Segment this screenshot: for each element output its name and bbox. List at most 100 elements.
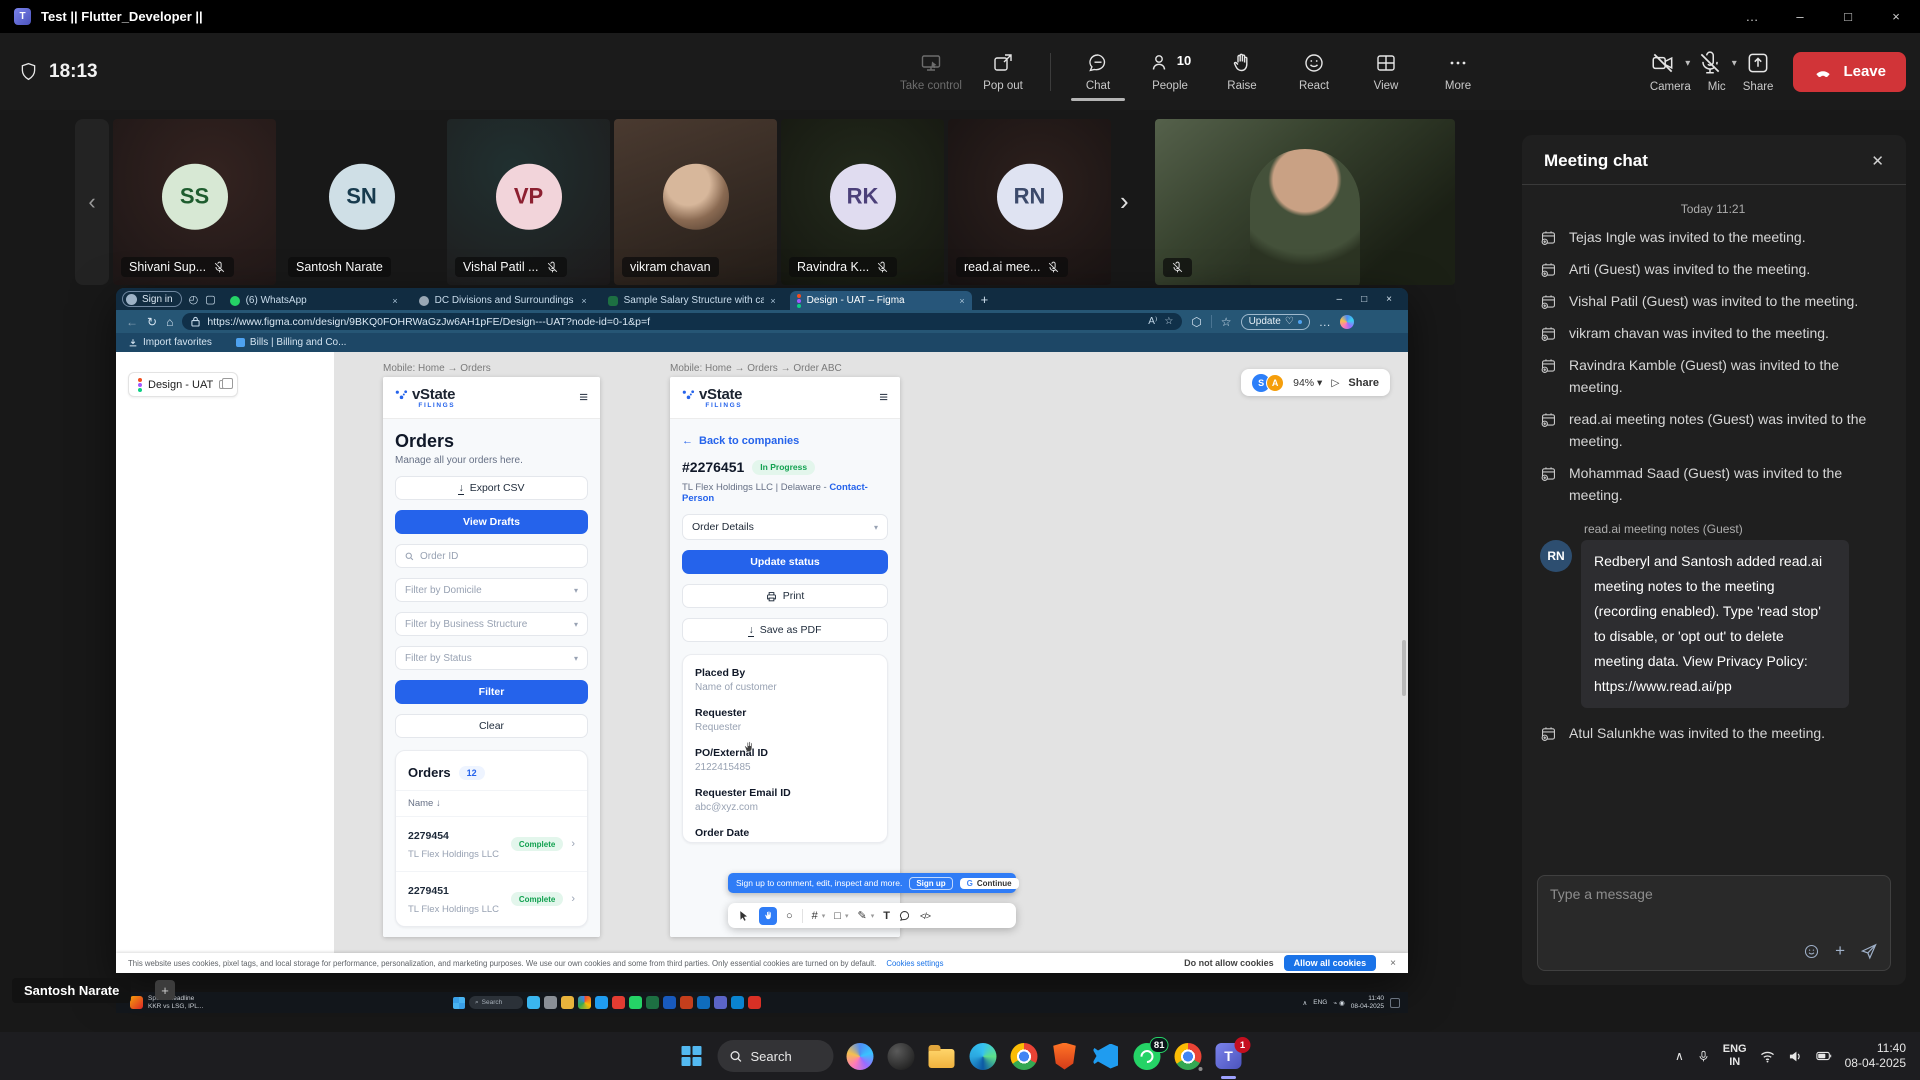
allow-cookies-button[interactable]: Allow all cookies	[1284, 955, 1377, 971]
mic-button[interactable]: ▾ Mic	[1697, 50, 1737, 93]
browser-maximize-icon[interactable]: □	[1361, 294, 1367, 305]
filmstrip-prev-button[interactable]: ‹	[75, 119, 109, 285]
file-explorer-icon[interactable]	[927, 1041, 957, 1071]
chevron-down-icon[interactable]: ▾	[871, 912, 875, 920]
read-aloud-icon[interactable]: A⁾	[1148, 316, 1157, 327]
import-favorites-button[interactable]: Import favorites	[128, 337, 212, 348]
chat-button[interactable]: Chat	[1065, 51, 1131, 92]
collections-icon[interactable]: ☆	[1221, 315, 1232, 329]
close-tab-icon[interactable]: ×	[770, 296, 775, 306]
present-icon[interactable]: ▷	[1331, 377, 1339, 389]
browser-menu-icon[interactable]: …	[1319, 315, 1331, 329]
comment-tool-icon[interactable]	[899, 910, 911, 922]
browser-tab[interactable]: Sample Salary Structure with calc×	[601, 291, 783, 310]
chrome-icon[interactable]	[1009, 1041, 1039, 1071]
react-button[interactable]: React	[1281, 51, 1347, 92]
participant-tile[interactable]: SS Shivani Sup...	[113, 119, 276, 285]
maximize-icon[interactable]: □	[1824, 0, 1872, 33]
attach-plus-icon[interactable]: +	[1835, 941, 1845, 961]
app-icon[interactable]	[886, 1041, 916, 1071]
raise-hand-button[interactable]: Raise	[1209, 51, 1275, 92]
browser-profile-button[interactable]: Sign in	[122, 291, 182, 307]
browser-minimize-icon[interactable]: –	[1337, 294, 1343, 305]
shape-tool-icon[interactable]: □	[834, 910, 841, 922]
taskbar-search[interactable]: Search	[718, 1040, 834, 1072]
browser-tab[interactable]: (6) WhatsApp×	[223, 291, 405, 310]
close-tab-icon[interactable]: ×	[392, 296, 397, 306]
chat-input-box[interactable]: +	[1537, 875, 1891, 971]
participant-tile[interactable]: VP Vishal Patil ...	[447, 119, 610, 285]
collaborator-avatar[interactable]: A	[1266, 374, 1284, 392]
leave-button[interactable]: Leave	[1793, 52, 1906, 92]
add-overlay-icon[interactable]: +	[155, 980, 175, 1000]
edge-icon[interactable]	[968, 1041, 998, 1071]
browser-close-icon[interactable]: ×	[1386, 294, 1392, 305]
battery-icon[interactable]	[1816, 1050, 1832, 1062]
back-icon[interactable]: ←	[126, 315, 138, 329]
favorite-star-icon[interactable]: ☆	[1164, 316, 1173, 327]
cookie-settings-link[interactable]: Cookies settings	[886, 959, 943, 968]
volume-icon[interactable]	[1788, 1050, 1803, 1063]
pen-tool-icon[interactable]: ✎	[857, 909, 866, 922]
teams-taskbar-icon[interactable]: T1	[1214, 1041, 1244, 1071]
whatsapp-icon[interactable]: 81	[1132, 1041, 1162, 1071]
mic-options-chevron-icon[interactable]: ▾	[1732, 58, 1737, 69]
taskbar-clock[interactable]: 11:4008-04-2025	[1845, 1041, 1906, 1071]
chat-message-input[interactable]	[1550, 886, 1878, 902]
copilot-taskbar-icon[interactable]	[845, 1041, 875, 1071]
more-button[interactable]: More	[1425, 51, 1491, 92]
deny-cookies-button[interactable]: Do not allow cookies	[1184, 958, 1274, 968]
filmstrip-next-button[interactable]: ›	[1120, 186, 1129, 217]
tray-expand-icon[interactable]: ∧	[1675, 1049, 1684, 1063]
start-button[interactable]	[677, 1041, 707, 1071]
address-bar[interactable]: https://www.figma.com/design/9BKQ0FOHRWa…	[182, 313, 1182, 330]
figma-share-button[interactable]: Share	[1348, 377, 1379, 389]
google-continue-button[interactable]: GContinue	[960, 878, 1019, 889]
design-frame-orders[interactable]: vState FILINGS ≡ Orders Manage all your …	[383, 377, 600, 937]
chrome-profile-icon[interactable]	[1173, 1041, 1203, 1071]
browser-update-button[interactable]: Update♡	[1241, 314, 1310, 330]
frame-label[interactable]: Mobile: Home → Orders	[383, 363, 491, 374]
frame-tool-icon[interactable]: #	[812, 910, 818, 922]
figma-signup-button[interactable]: Sign up	[909, 877, 952, 890]
close-tab-icon[interactable]: ×	[959, 296, 964, 306]
language-indicator[interactable]: ENGIN	[1723, 1043, 1747, 1069]
browser-tab-active[interactable]: Design - UAT – Figma×	[790, 291, 972, 310]
zoom-level[interactable]: 94% ▾	[1293, 377, 1322, 389]
send-icon[interactable]	[1860, 942, 1878, 960]
participant-tile[interactable]: RK Ravindra K...	[781, 119, 944, 285]
participant-tile[interactable]	[1155, 119, 1455, 285]
scale-tool-icon[interactable]: ○	[786, 910, 793, 922]
camera-options-chevron-icon[interactable]: ▾	[1685, 58, 1690, 69]
figma-file-chip[interactable]: Design - UAT	[128, 372, 238, 397]
vscode-icon[interactable]	[1091, 1041, 1121, 1071]
brave-icon[interactable]	[1050, 1041, 1080, 1071]
close-tab-icon[interactable]: ×	[581, 296, 586, 306]
chevron-down-icon[interactable]: ▾	[822, 912, 826, 920]
new-tab-icon[interactable]: +	[981, 292, 989, 307]
hand-tool-active[interactable]	[759, 907, 777, 925]
move-tool-icon[interactable]	[738, 910, 750, 922]
copy-icon[interactable]	[219, 380, 228, 389]
figma-canvas[interactable]: Mobile: Home → Orders Mobile: Home → Ord…	[334, 352, 1408, 953]
browser-tab[interactable]: DC Divisions and Surroundings×	[412, 291, 594, 310]
home-icon[interactable]: ⌂	[166, 315, 173, 329]
design-frame-order-detail[interactable]: vState FILINGS ≡ ←Back to companies #227…	[670, 377, 900, 937]
more-window-options-icon[interactable]: …	[1728, 0, 1776, 33]
tray-mic-icon[interactable]	[1697, 1050, 1710, 1063]
close-cookie-icon[interactable]: ×	[1390, 958, 1396, 969]
tab-actions-icon[interactable]: ▢	[205, 293, 215, 306]
bookmark-item[interactable]: Bills | Billing and Co...	[236, 337, 347, 348]
camera-button[interactable]: ▾ Camera	[1650, 50, 1691, 93]
participant-tile[interactable]: RN read.ai mee...	[948, 119, 1111, 285]
wifi-icon[interactable]	[1760, 1050, 1775, 1063]
participant-tile[interactable]: vikram chavan	[614, 119, 777, 285]
share-button[interactable]: Share	[1743, 50, 1774, 93]
minimize-icon[interactable]: –	[1776, 0, 1824, 33]
pop-out-button[interactable]: Pop out	[970, 51, 1036, 92]
message-bubble[interactable]: Redberyl and Santosh added read.ai meeti…	[1581, 540, 1849, 708]
text-tool-icon[interactable]: T	[883, 910, 890, 922]
participant-tile[interactable]: SN Santosh Narate	[280, 119, 443, 285]
emoji-icon[interactable]	[1803, 943, 1820, 960]
people-button[interactable]: 10 People	[1137, 51, 1203, 92]
